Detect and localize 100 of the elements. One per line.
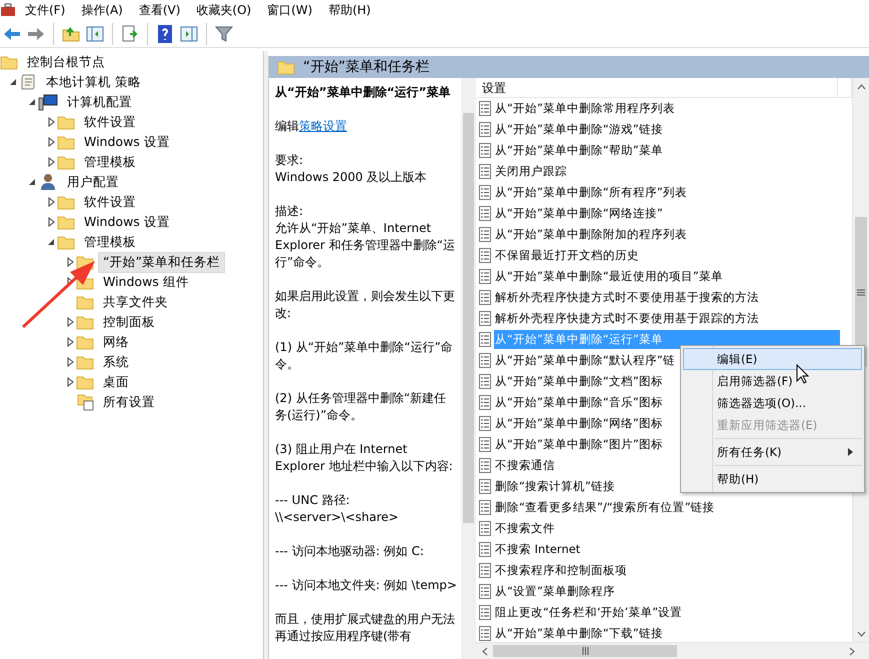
folder-icon: [76, 294, 94, 310]
setting-item[interactable]: 从“开始”菜单中删除“文档”图标: [494, 372, 665, 391]
document-icon: [479, 290, 491, 305]
setting-item[interactable]: 从“开始”菜单中删除“网络连接”: [494, 204, 665, 223]
description-paragraph: (2) 从任务管理器中删除“新建任务(运行)”命令。: [275, 390, 448, 424]
menu-item[interactable]: 文件(F): [18, 0, 72, 20]
collapsed-icon[interactable]: [48, 197, 54, 207]
setting-item[interactable]: 从“开始”菜单中删除“下载”链接: [494, 624, 665, 642]
setting-item[interactable]: 从“开始”菜单中删除常用程序列表: [494, 99, 677, 118]
menu-item[interactable]: 帮助(H): [321, 0, 378, 20]
expanded-icon[interactable]: [28, 178, 36, 186]
menu-item[interactable]: 窗口(W): [260, 0, 320, 20]
filter-icon[interactable]: [214, 24, 234, 44]
collapsed-icon[interactable]: [48, 157, 54, 167]
context-menu-item[interactable]: 所有任务(K): [683, 441, 862, 463]
context-menu-item[interactable]: 启用筛选器(F): [683, 370, 862, 392]
tree-item[interactable]: 控制台根节点: [22, 52, 110, 72]
collapsed-icon[interactable]: [66, 257, 74, 267]
scrollbar[interactable]: [461, 78, 476, 659]
tree-item[interactable]: 管理模板: [79, 232, 141, 252]
setting-item[interactable]: 不搜索文件: [494, 519, 557, 538]
setting-item[interactable]: 删除“搜索计算机”链接: [494, 477, 617, 496]
setting-item[interactable]: 从“开始”菜单中删除“网络”图标: [494, 414, 665, 433]
setting-item[interactable]: 解析外壳程序快捷方式时不要使用基于搜索的方法: [494, 288, 761, 307]
setting-item[interactable]: 从“开始”菜单中删除“音乐”图标: [494, 393, 665, 412]
folder-icon: [0, 54, 18, 70]
setting-item[interactable]: 不保留最近打开文档的历史: [494, 246, 641, 265]
tree-item[interactable]: Windows 设置: [79, 132, 175, 152]
setting-item[interactable]: 解析外壳程序快捷方式时不要使用基于跟踪的方法: [494, 309, 761, 328]
expanded-icon[interactable]: [9, 78, 17, 86]
tree-item[interactable]: Windows 设置: [79, 212, 175, 232]
context-menu-item[interactable]: 帮助(H): [683, 468, 862, 490]
menu-item[interactable]: 收藏夹(O): [189, 0, 258, 20]
scrollbar[interactable]: [476, 642, 869, 659]
document-icon: [479, 416, 491, 431]
setting-item[interactable]: 从“开始”菜单中删除“帮助”菜单: [494, 141, 665, 160]
tree-item[interactable]: 所有设置: [98, 392, 160, 412]
setting-item[interactable]: 不搜索 Internet: [494, 540, 582, 559]
tree-item[interactable]: 共享文件夹: [98, 292, 173, 312]
document-icon: [479, 458, 491, 473]
collapsed-icon[interactable]: [66, 317, 74, 327]
document-icon: [479, 311, 491, 326]
document-icon: [479, 395, 491, 410]
document-icon: [479, 143, 491, 158]
scroll-down-icon[interactable]: [856, 630, 866, 636]
description-paragraph: (3) 阻止用户在 Internet Explorer 地址栏中输入以下内容:: [275, 441, 454, 475]
tree-item[interactable]: 用户配置: [62, 172, 124, 192]
scroll-right-icon[interactable]: [849, 646, 855, 656]
menu-item[interactable]: 查看(V): [132, 0, 188, 20]
expanded-icon[interactable]: [28, 98, 36, 106]
scroll-left-icon[interactable]: [482, 646, 488, 656]
folder-icon: [57, 194, 75, 210]
collapsed-icon[interactable]: [66, 357, 74, 367]
tree-item[interactable]: 网络: [98, 332, 134, 352]
help-icon[interactable]: [155, 24, 175, 44]
document-icon: [479, 584, 491, 599]
setting-item[interactable]: 不搜索通信: [494, 456, 557, 475]
scroll-up-icon[interactable]: [856, 84, 866, 90]
header-title: “开始”菜单和任务栏: [303, 58, 430, 76]
setting-item[interactable]: 从“开始”菜单中删除“默认程序”链: [494, 351, 677, 370]
collapsed-icon[interactable]: [66, 377, 74, 387]
panel-toggle-icon[interactable]: [85, 24, 105, 44]
panel-toggle-icon[interactable]: [179, 24, 199, 44]
document-icon: [479, 227, 491, 242]
setting-item[interactable]: 从“开始”菜单中删除“最近使用的项目”菜单: [494, 267, 725, 286]
collapsed-icon[interactable]: [48, 117, 54, 127]
setting-item[interactable]: 从“设置”菜单删除程序: [494, 582, 617, 601]
toolbox-icon: [0, 2, 16, 18]
setting-item[interactable]: 阻止更改“任务栏和‘开始’菜单”设置: [494, 603, 684, 622]
document-icon: [479, 122, 491, 137]
tree-item[interactable]: “开始”菜单和任务栏: [98, 252, 225, 272]
document-icon: [479, 626, 491, 641]
tree-item[interactable]: 控制面板: [98, 312, 160, 332]
menu-item[interactable]: 操作(A): [74, 0, 130, 20]
setting-item[interactable]: 从“开始”菜单中删除附加的程序列表: [494, 225, 689, 244]
setting-item[interactable]: 不搜索程序和控制面板项: [494, 561, 629, 580]
context-menu-item[interactable]: 编辑(E): [683, 348, 862, 370]
setting-item[interactable]: 从“开始”菜单中删除“游戏”链接: [494, 120, 665, 139]
setting-item[interactable]: 删除“查看更多结果”/“搜索所有位置”链接: [494, 498, 717, 517]
tree-item[interactable]: 软件设置: [79, 192, 141, 212]
setting-item[interactable]: 从“开始”菜单中删除“所有程序”列表: [494, 183, 689, 202]
expanded-icon[interactable]: [47, 238, 55, 246]
tree-item[interactable]: 软件设置: [79, 112, 141, 132]
tree-item[interactable]: Windows 组件: [98, 272, 194, 292]
setting-item[interactable]: 关闭用户跟踪: [494, 162, 569, 181]
collapsed-icon[interactable]: [66, 337, 74, 347]
collapsed-icon[interactable]: [48, 217, 54, 227]
policy-settings-link[interactable]: 策略设置: [299, 119, 347, 133]
tree-item[interactable]: 管理模板: [79, 152, 141, 172]
context-menu-item[interactable]: 筛选器选项(O)...: [683, 392, 862, 414]
edit-policy-text: 编辑策略设置: [275, 118, 348, 135]
column-header[interactable]: 设置: [476, 78, 838, 97]
collapsed-icon[interactable]: [48, 137, 54, 147]
setting-item[interactable]: 从“开始”菜单中删除“图片”图标: [494, 435, 665, 454]
tree-item[interactable]: 桌面: [98, 372, 134, 392]
tree-item[interactable]: 系统: [98, 352, 134, 372]
export-icon[interactable]: [120, 24, 140, 44]
tree-item[interactable]: 本地计算机 策略: [41, 72, 146, 92]
tree-item[interactable]: 计算机配置: [62, 92, 137, 112]
description-paragraph: --- 访问本地驱动器: 例如 C:: [275, 543, 425, 560]
